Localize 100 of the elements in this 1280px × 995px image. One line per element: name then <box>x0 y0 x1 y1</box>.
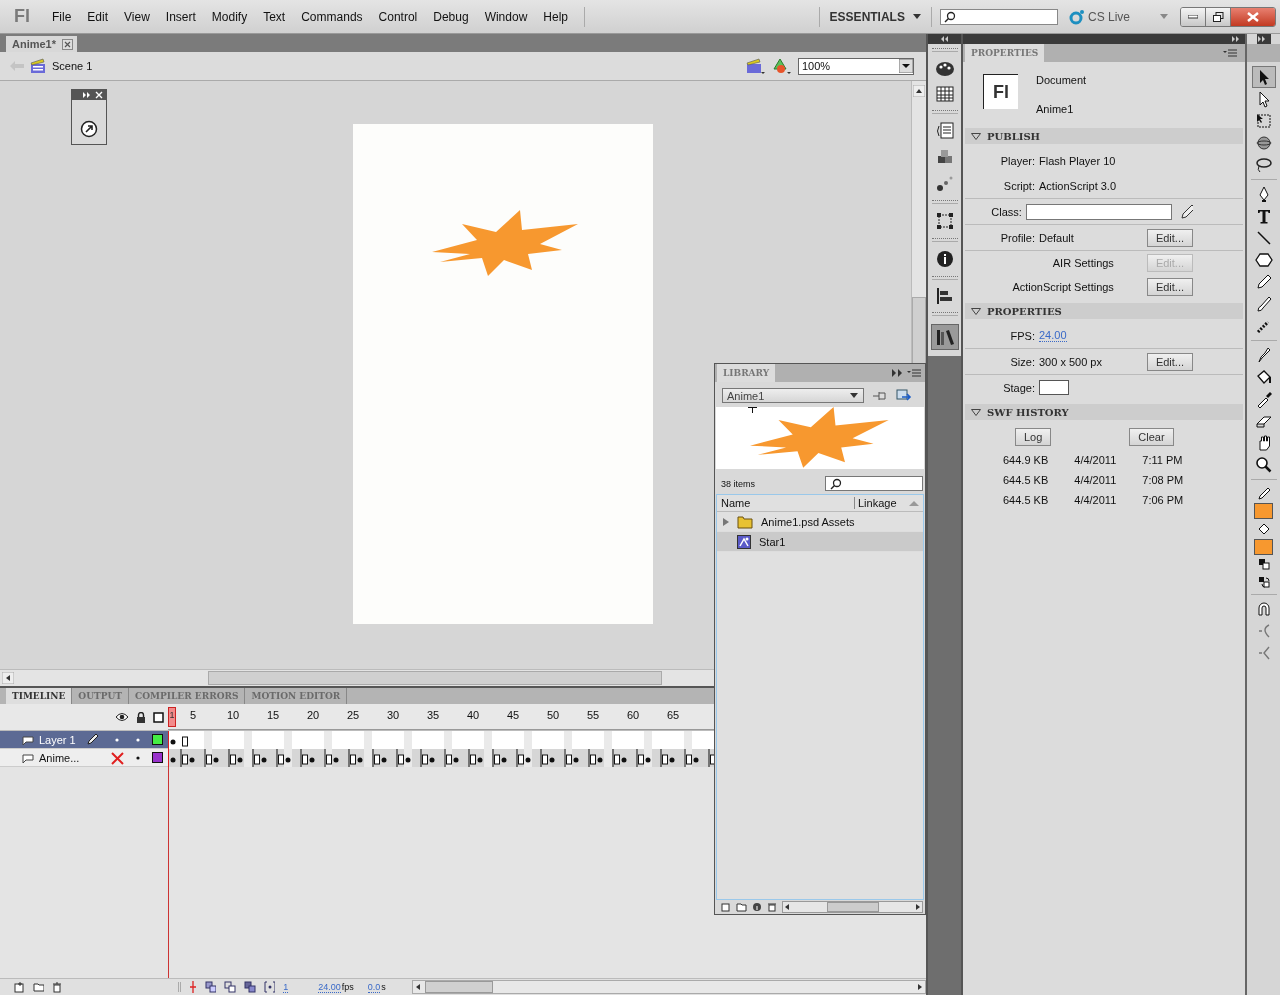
arrow-circle-icon[interactable] <box>80 120 98 138</box>
trash-icon[interactable] <box>767 902 777 912</box>
search-field[interactable] <box>825 476 923 491</box>
expanded-triangle-icon[interactable] <box>971 132 981 140</box>
properties-icon[interactable] <box>752 902 762 912</box>
scroll-left-icon[interactable] <box>2 672 14 684</box>
edit-button[interactable]: Edit... <box>1146 352 1193 371</box>
scroll-left-icon[interactable] <box>783 903 791 911</box>
clear-button[interactable]: Clear <box>1129 428 1174 446</box>
menu-item[interactable]: Text <box>255 9 294 24</box>
timeline-scrollbar[interactable] <box>411 980 926 994</box>
scroll-thumb[interactable] <box>424 981 493 993</box>
new-layer-icon[interactable] <box>14 981 25 993</box>
log-button[interactable]: Log <box>1015 428 1052 446</box>
scroll-thumb[interactable] <box>208 671 662 685</box>
menu-item[interactable]: Commands <box>293 9 371 24</box>
column-header[interactable]: Name <box>721 497 854 509</box>
eye-icon[interactable] <box>115 712 129 722</box>
center-frame-icon[interactable] <box>189 981 197 993</box>
hidden-x-icon[interactable] <box>110 751 124 765</box>
minimize-button[interactable] <box>1181 7 1206 26</box>
align-icon[interactable] <box>935 288 954 304</box>
menu-item[interactable]: Window <box>476 9 536 24</box>
scroll-up-icon[interactable] <box>913 85 925 97</box>
outline-icon[interactable] <box>153 711 164 723</box>
section-header[interactable]: PUBLISH <box>965 128 1243 144</box>
edit-symbols-icon[interactable] <box>772 57 792 75</box>
new-folder-icon[interactable] <box>32 982 45 992</box>
library-scrollbar[interactable] <box>782 901 923 913</box>
onion-markers-icon[interactable] <box>263 981 276 993</box>
grid-icon[interactable] <box>935 86 954 102</box>
new-symbol-icon[interactable] <box>721 902 731 912</box>
library-dropdown[interactable]: Anime1 <box>722 388 864 403</box>
fill-color-swatch[interactable] <box>1254 539 1273 555</box>
stage-color-swatch[interactable] <box>1039 380 1069 395</box>
section-header[interactable]: SWF HISTORY <box>965 404 1243 420</box>
document-tab[interactable]: Anime1* <box>6 36 78 52</box>
dropdown-arrow-icon[interactable] <box>899 59 913 73</box>
dropdown-arrow-icon[interactable] <box>849 391 859 400</box>
magnet-icon[interactable] <box>1255 601 1272 617</box>
frame-rate-value[interactable]: 24.00 <box>318 981 341 993</box>
info-icon[interactable] <box>935 250 954 268</box>
components-icon[interactable] <box>935 148 954 166</box>
zoom-dropdown[interactable]: 100% <box>798 57 914 75</box>
menu-item[interactable]: Modify <box>203 9 256 24</box>
menu-item[interactable]: View <box>116 9 158 24</box>
selection-tool-icon[interactable] <box>1251 66 1276 88</box>
expanded-triangle-icon[interactable] <box>971 408 981 416</box>
menu-item[interactable]: Edit <box>79 9 117 24</box>
stroke-color-swatch[interactable] <box>1254 503 1273 519</box>
current-frame[interactable]: 1 <box>283 981 289 993</box>
workspace-switcher[interactable]: ESSENTIALS <box>827 9 923 24</box>
motion-presets-icon[interactable] <box>935 174 954 192</box>
menu-item[interactable]: Insert <box>157 9 204 24</box>
pencil-icon[interactable] <box>1179 203 1193 220</box>
layer-color-swatch[interactable] <box>152 734 163 745</box>
new-folder-icon[interactable] <box>736 902 747 912</box>
history-cell: 7:11 PM <box>1142 454 1183 466</box>
class-field[interactable] <box>1025 203 1172 220</box>
section-header[interactable]: PROPERTIES <box>965 303 1243 319</box>
scroll-thumb[interactable] <box>826 902 879 912</box>
collapse-icon[interactable] <box>891 369 903 377</box>
close-button[interactable] <box>1231 7 1275 26</box>
transform-icon[interactable] <box>935 212 954 230</box>
menu-item[interactable]: Debug <box>425 9 477 24</box>
edit-button[interactable]: Edit... <box>1146 278 1193 296</box>
registration-point-icon <box>748 407 757 413</box>
caret-icon[interactable] <box>912 13 921 20</box>
script-icon[interactable] <box>934 122 955 140</box>
edit-button[interactable]: Edit... <box>1146 228 1193 247</box>
unlocked-dot-icon[interactable] <box>136 756 140 760</box>
close-icon[interactable] <box>62 38 74 50</box>
layer-color-swatch[interactable] <box>152 752 163 763</box>
onion-outline-icon[interactable] <box>224 981 237 993</box>
default-colors-icon[interactable] <box>1257 558 1270 570</box>
lock-icon[interactable] <box>136 711 146 723</box>
fps-value[interactable]: 24.00 <box>1039 329 1067 342</box>
expanded-triangle-icon[interactable] <box>971 307 981 315</box>
palette-icon[interactable] <box>934 60 955 78</box>
trash-icon[interactable] <box>52 981 62 993</box>
search-field[interactable] <box>939 8 1058 25</box>
panel-tab[interactable]: TIMELINE <box>6 688 73 704</box>
expand-arrow-icon[interactable] <box>723 517 729 526</box>
visible-dot-icon[interactable] <box>115 738 119 742</box>
swap-colors-icon[interactable] <box>1257 576 1270 588</box>
scroll-right-icon[interactable] <box>914 903 922 911</box>
menu-item[interactable]: Help <box>535 9 576 24</box>
menu-item[interactable]: File <box>44 9 80 24</box>
restore-button[interactable] <box>1206 7 1231 26</box>
playhead[interactable]: 1 <box>168 707 176 727</box>
column-header[interactable]: Linkage <box>854 497 909 509</box>
edit-multiple-frames-icon[interactable] <box>244 981 256 993</box>
unlocked-dot-icon[interactable] <box>136 738 140 742</box>
edit-scene-icon[interactable] <box>746 57 766 75</box>
menu-item[interactable]: Control <box>370 9 426 24</box>
library-item[interactable]: Star1 <box>717 532 923 552</box>
cs-live-label[interactable]: CS Live <box>1087 9 1130 24</box>
new-library-icon[interactable] <box>896 388 912 403</box>
library-button[interactable] <box>930 324 959 350</box>
onion-skin-icon[interactable] <box>204 981 217 993</box>
